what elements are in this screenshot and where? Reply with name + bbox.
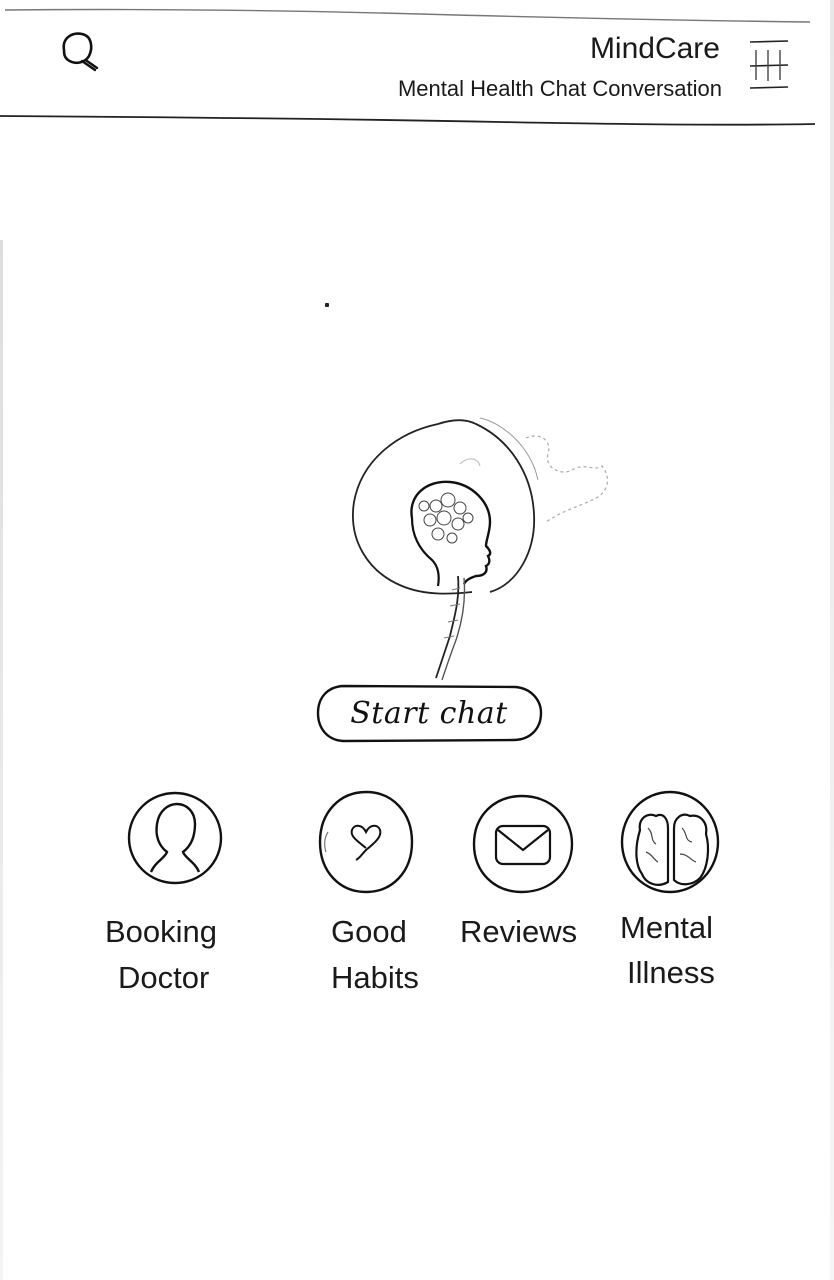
start-chat-label: Start chat bbox=[350, 695, 508, 731]
mail-icon bbox=[472, 794, 574, 894]
brain-icon bbox=[620, 790, 720, 894]
feature-label-line1: Reviews bbox=[460, 914, 578, 949]
feature-label-line2: Illness bbox=[627, 955, 715, 990]
feature-label-line2: Doctor bbox=[118, 960, 210, 995]
start-chat-button[interactable]: Start chat bbox=[315, 682, 543, 744]
doctor-avatar-icon bbox=[127, 791, 223, 885]
search-button[interactable] bbox=[55, 28, 109, 76]
app-header: MindCare Mental Health Chat Conversation bbox=[0, 0, 834, 130]
head-brain-illustration bbox=[352, 417, 609, 681]
paper-edge bbox=[830, 0, 834, 1280]
feature-label-line2: Habits bbox=[331, 960, 419, 995]
feature-label-line1: Booking bbox=[105, 914, 218, 949]
feature-label-line1: Mental bbox=[620, 910, 714, 945]
menu-button[interactable] bbox=[744, 36, 792, 98]
feature-booking-doctor[interactable]: Booking Doctor bbox=[105, 788, 245, 998]
feature-mental-illness[interactable]: Mental Illness bbox=[612, 788, 742, 998]
feature-good-habits[interactable]: Good Habits bbox=[316, 788, 446, 998]
pencil-mark bbox=[325, 303, 329, 307]
hamburger-menu-icon bbox=[749, 40, 789, 89]
hero-illustration bbox=[340, 410, 630, 690]
heart-icon bbox=[318, 790, 414, 894]
feature-label-line1: Good bbox=[331, 914, 407, 949]
paper-edge bbox=[0, 240, 3, 1280]
feature-reviews[interactable]: Reviews bbox=[458, 792, 588, 972]
search-icon bbox=[62, 32, 99, 72]
app-title: MindCare bbox=[589, 32, 720, 65]
app-subtitle: Mental Health Chat Conversation bbox=[397, 76, 722, 101]
